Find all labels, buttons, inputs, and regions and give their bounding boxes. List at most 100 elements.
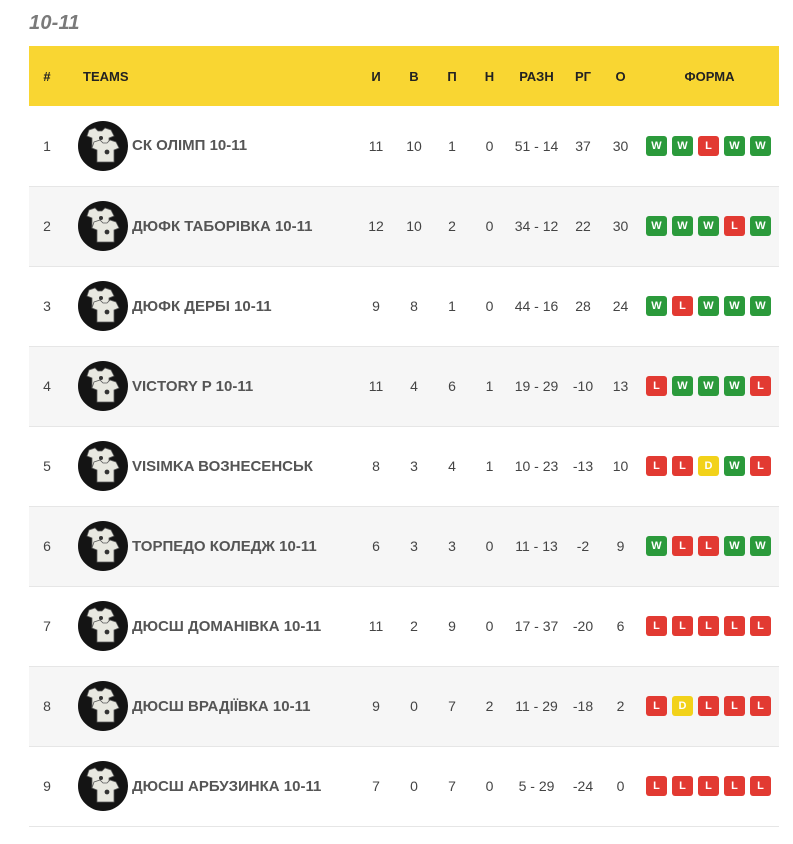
form-badge[interactable]: L bbox=[698, 536, 719, 556]
gd-cell: -2 bbox=[576, 538, 590, 554]
jersey-icon[interactable] bbox=[78, 441, 128, 491]
jersey-icon[interactable] bbox=[78, 761, 128, 811]
form-badge[interactable]: W bbox=[698, 216, 719, 236]
position-cell: 7 bbox=[43, 618, 51, 634]
team-name-link[interactable]: СК ОЛІМП 10-11 bbox=[132, 137, 247, 154]
col-header-played[interactable]: И bbox=[357, 46, 395, 106]
position-cell: 5 bbox=[43, 458, 51, 474]
played-cell: 11 bbox=[368, 137, 384, 154]
form-badge[interactable]: W bbox=[646, 296, 667, 316]
form-badge[interactable]: L bbox=[724, 696, 745, 716]
form-badge[interactable]: W bbox=[750, 536, 771, 556]
team-cell: ДЮСШ АРБУЗИНКА 10-11 bbox=[65, 746, 357, 826]
form-badge[interactable]: L bbox=[750, 696, 771, 716]
gd-cell: -20 bbox=[572, 618, 594, 634]
team-name-link[interactable]: ДЮСШ АРБУЗИНКА 10-11 bbox=[132, 778, 321, 795]
jersey-icon[interactable] bbox=[78, 601, 128, 651]
lost-cell: 1 bbox=[448, 137, 456, 154]
col-header-diff[interactable]: РАЗН bbox=[508, 46, 565, 106]
team-name-link[interactable]: ДЮСШ ВРАДІЇВКА 10-11 bbox=[132, 698, 310, 715]
form-badge[interactable]: W bbox=[672, 216, 693, 236]
form-badge[interactable]: W bbox=[724, 536, 745, 556]
form-badge[interactable]: W bbox=[646, 536, 667, 556]
gd-cell: -18 bbox=[572, 698, 594, 714]
form-badge[interactable]: L bbox=[750, 456, 771, 476]
col-header-pos: # bbox=[43, 68, 51, 84]
form-badge[interactable]: W bbox=[646, 216, 667, 236]
form-badge[interactable]: L bbox=[646, 616, 667, 636]
form-badge[interactable]: W bbox=[698, 296, 719, 316]
table-row: 2 ДЮФК ТАБОРІВКА 10-11 12 10 2 0 34 - 12… bbox=[29, 186, 779, 266]
form-cell: WLLWW bbox=[640, 506, 779, 586]
lost-cell: 7 bbox=[448, 698, 456, 714]
col-header-lost[interactable]: П bbox=[433, 46, 471, 106]
table-header-row: # TEAMS И В П Н РАЗН РГ О ФОРМА bbox=[29, 46, 779, 106]
won-cell: 3 bbox=[410, 538, 418, 554]
col-header-won[interactable]: В bbox=[395, 46, 433, 106]
team-name-link[interactable]: ДЮСШ ДОМАНІВКА 10-11 bbox=[132, 618, 321, 635]
form-badge[interactable]: W bbox=[698, 376, 719, 396]
table-row: 3 ДЮФК ДЕРБІ 10-11 9 8 1 0 44 - 16 28 24… bbox=[29, 266, 779, 346]
col-header-teams[interactable]: TEAMS bbox=[65, 46, 357, 106]
won-cell: 3 bbox=[410, 458, 418, 474]
position-cell: 3 bbox=[43, 298, 51, 314]
form-badge[interactable]: W bbox=[724, 456, 745, 476]
form-badge[interactable]: L bbox=[646, 776, 667, 796]
form-badge[interactable]: D bbox=[698, 456, 719, 476]
lost-cell: 6 bbox=[448, 378, 456, 394]
form-badge[interactable]: L bbox=[672, 296, 693, 316]
jersey-icon[interactable] bbox=[78, 120, 128, 171]
form-badge[interactable]: W bbox=[672, 376, 693, 396]
won-cell: 0 bbox=[410, 698, 418, 714]
form-badge[interactable]: L bbox=[698, 696, 719, 716]
form-badge[interactable]: W bbox=[750, 135, 771, 156]
form-badge[interactable]: L bbox=[750, 776, 771, 796]
form-badge[interactable]: W bbox=[646, 135, 667, 156]
lost-cell: 2 bbox=[448, 218, 456, 234]
jersey-icon[interactable] bbox=[78, 521, 128, 571]
team-name-link[interactable]: ДЮФК ТАБОРІВКА 10-11 bbox=[132, 218, 312, 235]
position-cell: 6 bbox=[43, 538, 51, 554]
played-cell: 11 bbox=[368, 618, 384, 634]
jersey-icon[interactable] bbox=[78, 681, 128, 731]
team-name-link[interactable]: VICTORY P 10-11 bbox=[132, 378, 253, 395]
form-badge[interactable]: L bbox=[698, 135, 719, 156]
form-badge[interactable]: W bbox=[750, 216, 771, 236]
col-header-drawn[interactable]: Н bbox=[471, 46, 508, 106]
jersey-icon[interactable] bbox=[78, 201, 128, 251]
table-row: 6 ТОРПЕДО КОЛЕДЖ 10-11 6 3 3 0 11 - 13 -… bbox=[29, 506, 779, 586]
form-badge[interactable]: L bbox=[672, 456, 693, 476]
form-badge[interactable]: D bbox=[672, 696, 693, 716]
team-name-link[interactable]: VISIMKA ВОЗНЕСЕНСЬК bbox=[132, 458, 313, 475]
form-badge[interactable]: W bbox=[672, 135, 693, 156]
table-row: 1 СК ОЛІМП 10-11 11 10 1 0 51 - 14 37 30… bbox=[29, 106, 779, 186]
team-name-link[interactable]: ТОРПЕДО КОЛЕДЖ 10-11 bbox=[132, 538, 317, 555]
team-name-link[interactable]: ДЮФК ДЕРБІ 10-11 bbox=[132, 298, 272, 315]
form-badge[interactable]: L bbox=[698, 776, 719, 796]
form-badge[interactable]: L bbox=[750, 616, 771, 636]
played-cell: 9 bbox=[372, 698, 380, 714]
form-badge[interactable]: L bbox=[646, 376, 667, 396]
form-badge[interactable]: W bbox=[724, 135, 745, 156]
col-header-gd[interactable]: РГ bbox=[565, 46, 601, 106]
form-badge[interactable]: L bbox=[646, 456, 667, 476]
form-badge[interactable]: L bbox=[698, 616, 719, 636]
form-badge[interactable]: W bbox=[724, 296, 745, 316]
form-badge[interactable]: W bbox=[750, 296, 771, 316]
form-badge[interactable]: L bbox=[672, 616, 693, 636]
form-badge[interactable]: L bbox=[724, 616, 745, 636]
jersey-icon[interactable] bbox=[78, 281, 128, 331]
form-badge[interactable]: L bbox=[750, 376, 771, 396]
form-badge[interactable]: L bbox=[672, 536, 693, 556]
form-badge[interactable]: L bbox=[646, 696, 667, 716]
points-cell: 30 bbox=[612, 137, 629, 154]
form-badge[interactable]: L bbox=[724, 216, 745, 236]
diff-cell: 17 - 37 bbox=[514, 618, 559, 634]
col-header-points[interactable]: О bbox=[601, 46, 640, 106]
jersey-icon[interactable] bbox=[78, 361, 128, 411]
form-badge[interactable]: L bbox=[724, 776, 745, 796]
form-badge[interactable]: L bbox=[672, 776, 693, 796]
form-badge[interactable]: W bbox=[724, 376, 745, 396]
position-cell: 2 bbox=[43, 218, 51, 234]
form-cell: LLLLL bbox=[640, 746, 779, 826]
